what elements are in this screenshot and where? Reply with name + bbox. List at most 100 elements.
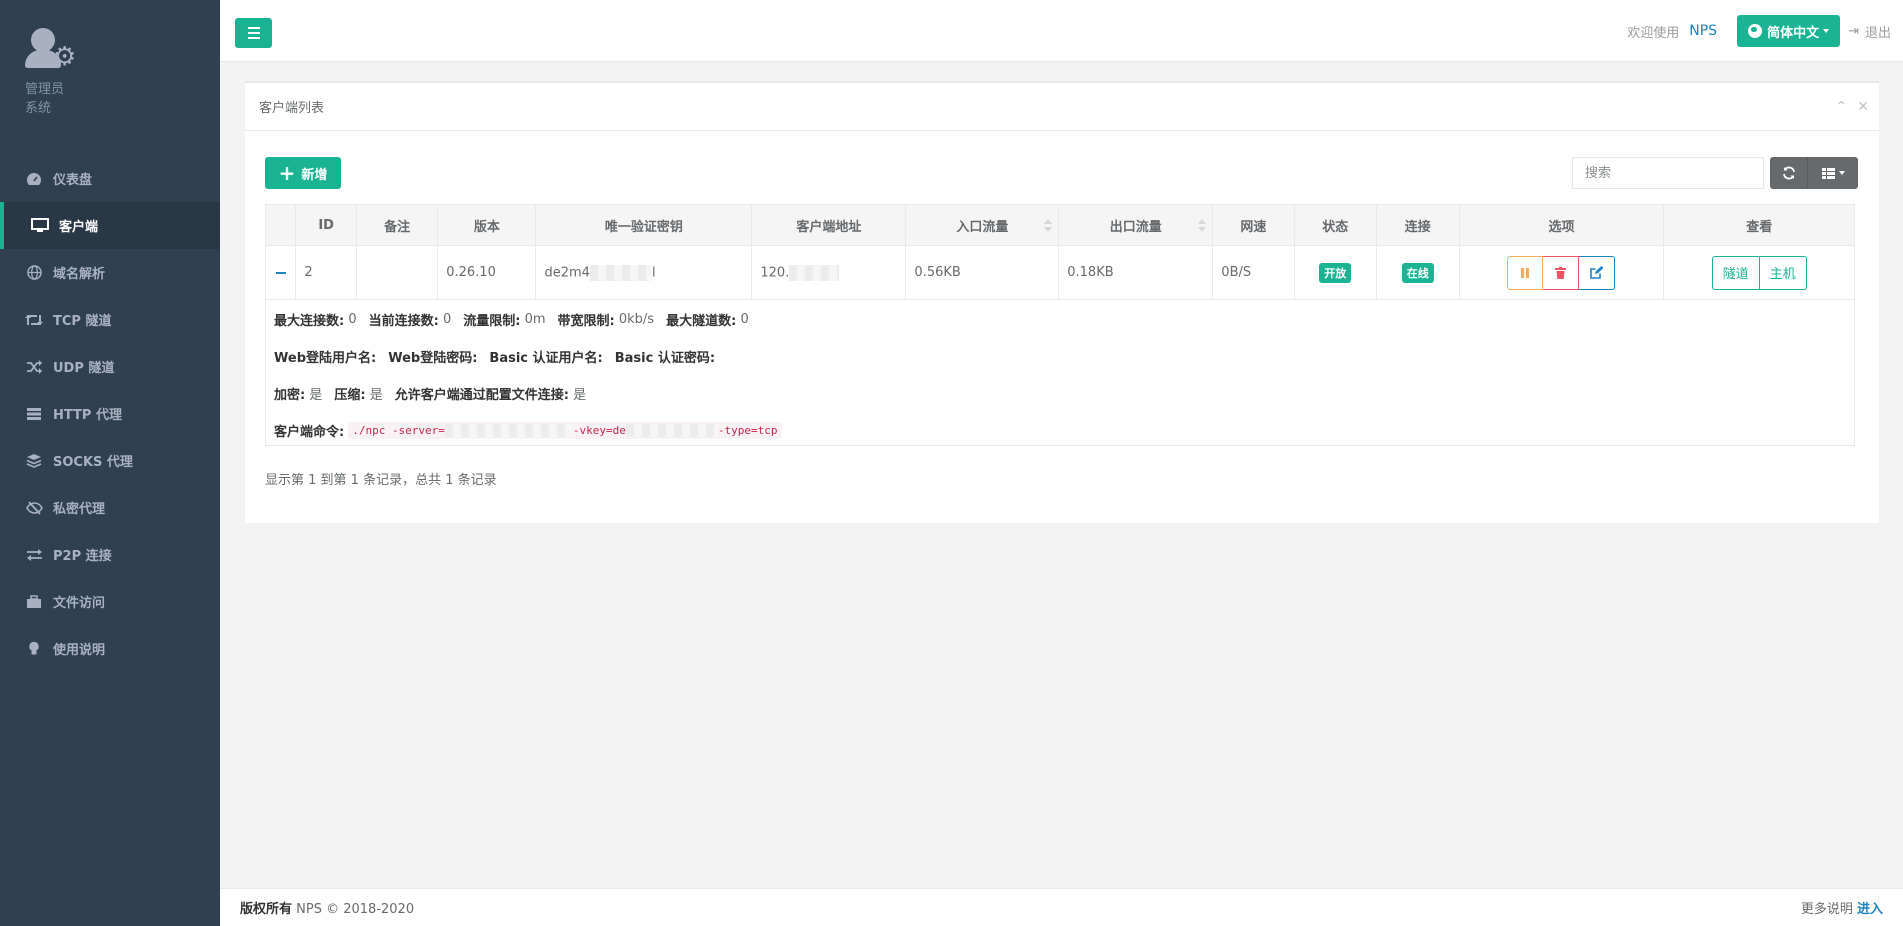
cell-address: 120. (751, 245, 907, 300)
collapse-detail-toggle[interactable] (264, 245, 297, 300)
col-header-expand (264, 204, 297, 246)
refresh-button[interactable] (1770, 157, 1808, 189)
sidebar-item-tcp[interactable]: TCP 隧道 (0, 296, 220, 343)
sidebar-item-label: SOCKS 代理 (53, 455, 133, 470)
sidebar-item-socks[interactable]: SOCKS 代理 (0, 437, 220, 484)
user-gear-icon: ⚙ (25, 28, 77, 72)
th-list-icon (1821, 167, 1835, 179)
edit-button[interactable] (1579, 255, 1616, 290)
col-header-address: 客户端地址 (751, 204, 907, 246)
redacted-area (625, 424, 718, 437)
menu-toggle-button[interactable] (235, 18, 272, 48)
status-badge: 开放 (1319, 262, 1352, 283)
profile-role: 管理员 (25, 82, 65, 97)
sidebar-item-label: TCP 隧道 (53, 314, 112, 329)
search-input[interactable] (1572, 157, 1764, 189)
col-header-inflow[interactable]: 入口流量 (905, 204, 1060, 246)
detail-flags: 加密: 是 压缩: 是 允许客户端通过配置文件连接: 是 (274, 388, 587, 403)
random-icon (24, 359, 44, 375)
sidebar-item-domain[interactable]: 域名解析 (0, 249, 220, 296)
logout-link[interactable]: ⇥ 退出 (1848, 22, 1891, 41)
lightbulb-icon (24, 641, 44, 657)
caret-down-icon (1838, 171, 1845, 175)
panel-header: 客户端列表 (245, 83, 1879, 131)
sidebar-item-label: 客户端 (59, 220, 99, 235)
globe-icon (24, 265, 44, 281)
sidebar-item-dashboard[interactable]: 仪表盘 (0, 155, 220, 202)
briefcase-icon (24, 594, 44, 610)
plus-icon: + (278, 161, 296, 185)
cell-outflow: 0.18KB (1058, 245, 1214, 300)
exchange-icon (24, 547, 44, 563)
add-client-button[interactable]: + 新增 (265, 157, 341, 189)
sidebar-item-files[interactable]: 文件访问 (0, 578, 220, 625)
cell-id: 2 (295, 245, 357, 300)
server-icon (24, 406, 44, 422)
cell-speed: 0B/S (1212, 245, 1295, 300)
col-header-vkey: 唯一验证密钥 (535, 204, 753, 246)
view-tunnel-button[interactable]: 隧道 (1711, 255, 1760, 290)
sidebar-menu: 仪表盘 客户端 域名解析 TCP 隧道 UDP 隧道 HTTP 代理 SOCKS… (0, 155, 220, 672)
desktop-icon (30, 218, 50, 234)
sidebar-item-label: UDP 隧道 (53, 361, 115, 376)
sidebar-item-label: 文件访问 (53, 596, 106, 611)
redacted-area (589, 264, 652, 281)
brand-link[interactable]: NPS (1689, 23, 1717, 39)
sidebar-item-clients[interactable]: 客户端 (0, 202, 220, 249)
sidebar-item-label: HTTP 代理 (53, 408, 122, 423)
sidebar-item-secret[interactable]: 私密代理 (0, 484, 220, 531)
detail-limits: 最大连接数: 0 当前连接数: 0 流量限制: 0m 带宽限制: 0kb/s 最… (274, 312, 749, 329)
top-right-group: 欢迎使用 NPS 简体中文 ⇥ 退出 (1627, 14, 1891, 48)
sort-icon (1044, 219, 1053, 233)
sidebar-item-label: 私密代理 (53, 502, 106, 517)
sidebar-item-p2p[interactable]: P2P 连接 (0, 531, 220, 578)
welcome-text: 欢迎使用 (1627, 25, 1680, 41)
pause-icon (1521, 267, 1530, 278)
enter-link[interactable]: 进入 (1857, 902, 1883, 917)
refresh-icon (1782, 166, 1795, 180)
online-badge: 在线 (1401, 262, 1434, 283)
detail-command: 客户端命令: ./npc -server= -vkey=de -type=tcp (274, 421, 782, 440)
col-header-outflow[interactable]: 出口流量 (1058, 204, 1214, 246)
view-host-button[interactable]: 主机 (1759, 255, 1807, 290)
cell-connection: 在线 (1376, 245, 1460, 300)
panel-title: 客户端列表 (259, 101, 325, 116)
footer: 版权所有 NPS © 2018-2020 更多说明 进入 (220, 888, 1903, 926)
cell-remark (355, 245, 439, 300)
sign-out-icon: ⇥ (1848, 23, 1859, 39)
sidebar-item-label: 域名解析 (53, 267, 106, 282)
client-detail-row: 最大连接数: 0 当前连接数: 0 流量限制: 0m 带宽限制: 0kb/s 最… (265, 300, 1855, 446)
more-info: 更多说明 进入 (1800, 902, 1883, 917)
language-dropdown[interactable]: 简体中文 (1737, 15, 1841, 47)
profile: ⚙ 管理员 系统 (0, 0, 220, 150)
sidebar-item-help[interactable]: 使用说明 (0, 625, 220, 672)
client-command-code: ./npc -server= -vkey=de -type=tcp (348, 422, 782, 439)
table-row: 2 0.26.10 de2m4 l 120. 0.56KB 0.18KB 0B/S… (264, 245, 1855, 300)
pause-button[interactable] (1507, 255, 1544, 290)
clients-table: ID 备注 版本 唯一验证密钥 客户端地址 入口流量 出口流量 网速 状态 连接… (264, 204, 1855, 300)
delete-button[interactable] (1543, 255, 1580, 290)
panel-tools: ⌃ ✕ (1836, 99, 1869, 115)
cell-version: 0.26.10 (437, 245, 537, 300)
caret-down-icon (1823, 29, 1830, 33)
col-header-view: 查看 (1663, 204, 1855, 246)
col-header-connection: 连接 (1376, 204, 1460, 246)
col-header-options: 选项 (1458, 204, 1665, 246)
cell-view: 隧道 主机 (1663, 245, 1855, 300)
sort-icon (1198, 219, 1207, 233)
sidebar-item-http[interactable]: HTTP 代理 (0, 390, 220, 437)
close-icon[interactable]: ✕ (1857, 99, 1869, 115)
sidebar-item-udp[interactable]: UDP 隧道 (0, 343, 220, 390)
sidebar-item-label: 使用说明 (53, 643, 106, 658)
minus-icon (275, 271, 286, 274)
columns-toggle-button[interactable] (1808, 157, 1858, 189)
sidebar-item-label: P2P 连接 (53, 549, 112, 564)
top-navbar: 欢迎使用 NPS 简体中文 ⇥ 退出 (220, 0, 1903, 62)
collapse-icon[interactable]: ⌃ (1836, 99, 1848, 115)
cell-inflow: 0.56KB (905, 245, 1060, 300)
col-header-id[interactable]: ID (295, 204, 357, 246)
cell-status: 开放 (1293, 245, 1378, 300)
logout-label: 退出 (1864, 25, 1891, 41)
language-label: 简体中文 (1767, 25, 1820, 41)
retweet-icon (24, 312, 44, 328)
